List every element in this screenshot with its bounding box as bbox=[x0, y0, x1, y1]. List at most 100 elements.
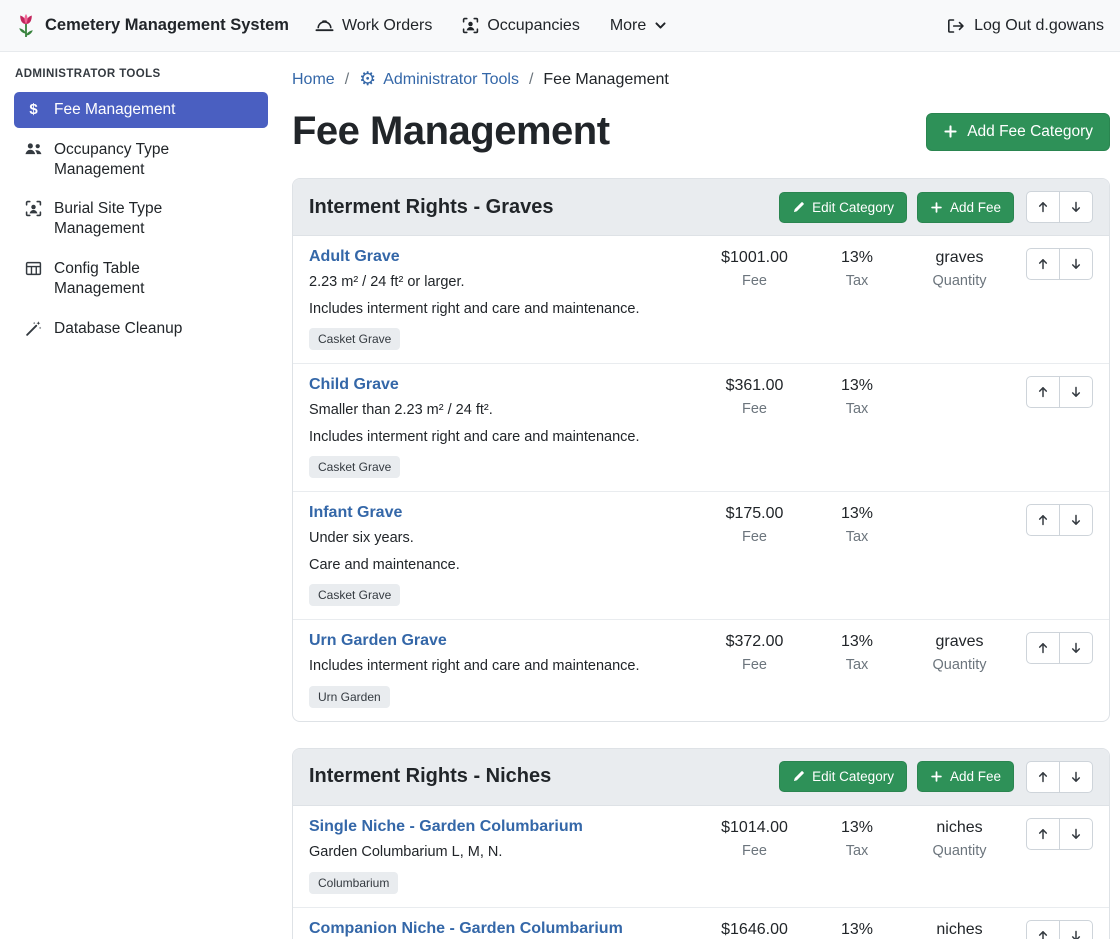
fee-description: Under six years. bbox=[309, 529, 692, 549]
move-fee-up-button[interactable] bbox=[1026, 818, 1060, 850]
add-fee-button[interactable]: Add Fee bbox=[917, 761, 1014, 792]
arrow-up-icon bbox=[1036, 827, 1050, 841]
breadcrumb-current: Fee Management bbox=[543, 71, 668, 89]
category-reorder-group bbox=[1026, 191, 1093, 223]
sidebar-item-config-table-management[interactable]: Config Table Management bbox=[14, 251, 268, 307]
fee-quantity-col: niches Quantity bbox=[907, 818, 1012, 859]
move-fee-up-button[interactable] bbox=[1026, 504, 1060, 536]
quantity-label: Quantity bbox=[907, 843, 1012, 859]
move-fee-down-button[interactable] bbox=[1059, 504, 1093, 536]
arrow-up-icon bbox=[1036, 929, 1050, 939]
app-brand[interactable]: Cemetery Management System bbox=[16, 14, 289, 38]
quantity-label: Quantity bbox=[907, 273, 1012, 289]
dollar-icon: $ bbox=[24, 101, 43, 119]
sidebar-item-database-cleanup[interactable]: Database Cleanup bbox=[14, 311, 268, 347]
tax-value: 13% bbox=[807, 819, 907, 837]
move-category-up-button[interactable] bbox=[1026, 191, 1060, 223]
sidebar-item-label: Occupancy Type Management bbox=[54, 140, 234, 180]
quantity-value: graves bbox=[907, 249, 1012, 267]
tax-value: 13% bbox=[807, 633, 907, 651]
category-title: Interment Rights - Niches bbox=[309, 765, 769, 788]
tax-value: 13% bbox=[807, 377, 907, 395]
breadcrumb-admin-tools-link[interactable]: ⚙ Administrator Tools bbox=[359, 70, 519, 89]
breadcrumb: Home / ⚙ Administrator Tools / Fee Manag… bbox=[292, 70, 1110, 89]
arrow-down-icon bbox=[1069, 641, 1083, 655]
move-fee-up-button[interactable] bbox=[1026, 248, 1060, 280]
fee-quantity-col bbox=[907, 504, 1012, 505]
fee-type-badge: Urn Garden bbox=[309, 686, 390, 708]
fee-reorder-group bbox=[1026, 504, 1093, 536]
plus-icon bbox=[943, 124, 958, 139]
move-fee-down-button[interactable] bbox=[1059, 632, 1093, 664]
hard-hat-icon bbox=[315, 17, 334, 34]
fee-reorder-group bbox=[1026, 818, 1093, 850]
fee-quantity-col: graves Quantity bbox=[907, 632, 1012, 673]
edit-category-button[interactable]: Edit Category bbox=[779, 192, 907, 223]
add-fee-category-button[interactable]: Add Fee Category bbox=[926, 113, 1110, 151]
fee-row: Adult Grave 2.23 m² / 24 ft² or larger. … bbox=[293, 236, 1109, 363]
sidebar-header: ADMINISTRATOR TOOLS bbox=[15, 68, 268, 80]
breadcrumb-separator: / bbox=[529, 71, 533, 89]
fee-row: Companion Niche - Garden Columbarium Gar… bbox=[293, 907, 1109, 939]
person-bounding-box-icon bbox=[24, 200, 43, 217]
add-fee-button[interactable]: Add Fee bbox=[917, 192, 1014, 223]
logout-button[interactable]: Log Out d.gowans bbox=[946, 17, 1104, 35]
fee-name-link[interactable]: Child Grave bbox=[309, 376, 399, 394]
navbar-menu: Work Orders Occupancies More bbox=[315, 17, 667, 35]
gear-icon: ⚙ bbox=[359, 70, 376, 89]
fee-type-badge: Casket Grave bbox=[309, 456, 400, 478]
fee-tax-col: 13% Tax bbox=[807, 818, 907, 859]
arrow-up-icon bbox=[1036, 513, 1050, 527]
wand-icon bbox=[24, 320, 43, 337]
fee-category-card: Interment Rights - Graves Edit Category … bbox=[292, 178, 1110, 722]
nav-item-label: More bbox=[610, 17, 646, 35]
fee-amount-col: $361.00 Fee bbox=[702, 376, 807, 417]
edit-category-button[interactable]: Edit Category bbox=[779, 761, 907, 792]
fee-tax-col: 13% Tax bbox=[807, 632, 907, 673]
fee-amount: $1001.00 bbox=[702, 249, 807, 267]
fee-name-link[interactable]: Infant Grave bbox=[309, 504, 402, 522]
arrow-down-icon bbox=[1069, 257, 1083, 271]
move-fee-down-button[interactable] bbox=[1059, 376, 1093, 408]
category-header: Interment Rights - Niches Edit Category … bbox=[293, 749, 1109, 806]
move-fee-down-button[interactable] bbox=[1059, 920, 1093, 939]
fee-tax-col: 13% Tax bbox=[807, 376, 907, 417]
tax-label: Tax bbox=[807, 529, 907, 545]
move-fee-up-button[interactable] bbox=[1026, 920, 1060, 939]
fee-name-link[interactable]: Companion Niche - Garden Columbarium bbox=[309, 920, 623, 938]
tax-label: Tax bbox=[807, 657, 907, 673]
move-category-down-button[interactable] bbox=[1059, 761, 1093, 793]
arrow-up-icon bbox=[1036, 385, 1050, 399]
fee-name-link[interactable]: Single Niche - Garden Columbarium bbox=[309, 818, 583, 836]
fee-description: Smaller than 2.23 m² / 24 ft². bbox=[309, 401, 692, 421]
nav-item-more[interactable]: More bbox=[610, 17, 667, 35]
top-navbar: Cemetery Management System Work Orders O… bbox=[0, 0, 1120, 52]
fee-name-link[interactable]: Urn Garden Grave bbox=[309, 632, 447, 650]
quantity-label: Quantity bbox=[907, 657, 1012, 673]
sidebar-item-fee-management[interactable]: $ Fee Management bbox=[14, 92, 268, 128]
sidebar-item-label: Config Table Management bbox=[54, 259, 234, 299]
fee-description: Care and maintenance. bbox=[309, 556, 692, 576]
nav-item-label: Work Orders bbox=[342, 17, 432, 35]
move-fee-up-button[interactable] bbox=[1026, 376, 1060, 408]
fee-amount: $361.00 bbox=[702, 377, 807, 395]
quantity-value: niches bbox=[907, 819, 1012, 837]
move-category-up-button[interactable] bbox=[1026, 761, 1060, 793]
move-fee-down-button[interactable] bbox=[1059, 248, 1093, 280]
nav-item-occupancies[interactable]: Occupancies bbox=[462, 17, 580, 35]
fee-quantity-col: graves Quantity bbox=[907, 248, 1012, 289]
logout-label: Log Out d.gowans bbox=[974, 17, 1104, 35]
fee-name-link[interactable]: Adult Grave bbox=[309, 248, 400, 266]
nav-item-work-orders[interactable]: Work Orders bbox=[315, 17, 432, 35]
sidebar-item-burial-site-type-management[interactable]: Burial Site Type Management bbox=[14, 191, 268, 247]
sidebar-item-label: Database Cleanup bbox=[54, 319, 182, 339]
move-fee-up-button[interactable] bbox=[1026, 632, 1060, 664]
person-bounding-box-icon bbox=[462, 17, 479, 34]
arrow-up-icon bbox=[1036, 641, 1050, 655]
sidebar-item-occupancy-type-management[interactable]: Occupancy Type Management bbox=[14, 132, 268, 188]
breadcrumb-home-link[interactable]: Home bbox=[292, 71, 335, 89]
fee-row: Urn Garden Grave Includes interment righ… bbox=[293, 619, 1109, 721]
move-category-down-button[interactable] bbox=[1059, 191, 1093, 223]
tax-label: Tax bbox=[807, 273, 907, 289]
move-fee-down-button[interactable] bbox=[1059, 818, 1093, 850]
